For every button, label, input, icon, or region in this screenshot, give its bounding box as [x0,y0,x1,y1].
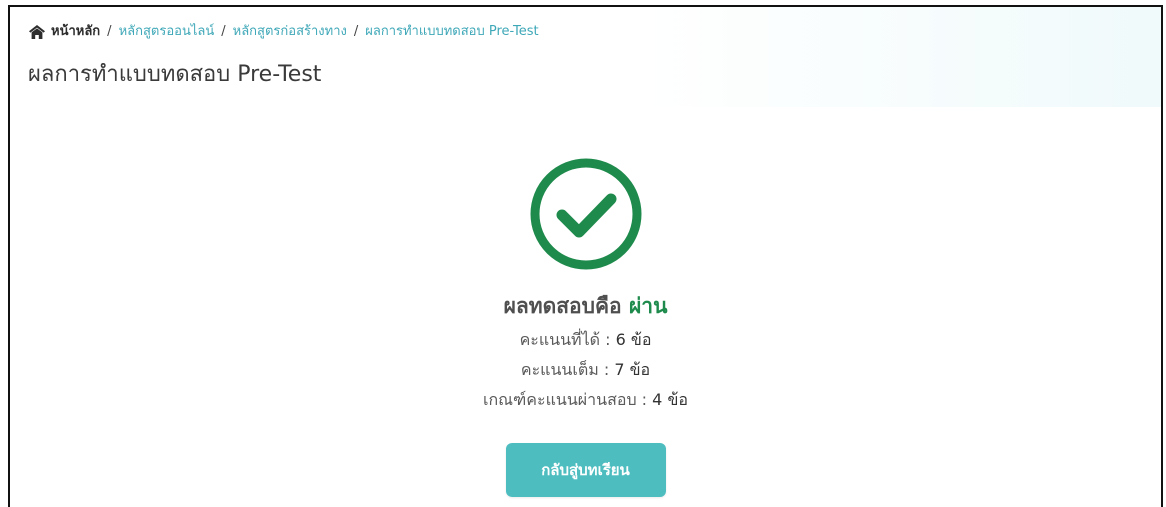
full-score-line: คะแนนเต็ม : 7 ข้อ [10,359,1161,381]
breadcrumb-separator: / [353,24,359,39]
result-heading-label: ผลทดสอบคือ [503,294,622,318]
back-to-lesson-button[interactable]: กลับสู่บทเรียน [505,443,666,497]
result-heading: ผลทดสอบคือ ผ่าน [10,291,1161,321]
breadcrumb-home[interactable]: หน้าหลัก [51,22,100,42]
pass-criteria-value: 4 ข้อ [652,390,688,409]
pass-criteria-line: เกณฑ์คะแนนผ่านสอบ : 4 ข้อ [10,389,1161,411]
breadcrumb-online-courses[interactable]: หลักสูตรออนไลน์ [119,22,215,42]
test-result: ผลทดสอบคือ ผ่าน คะแนนที่ได้ : 6 ข้อ คะแน… [10,157,1161,497]
home-icon[interactable] [28,24,46,40]
full-score-label: คะแนนเต็ม : [520,360,610,379]
breadcrumb: หน้าหลัก / หลักสูตรออนไลน์ / หลักสูตรก่อ… [28,22,539,42]
result-status: ผ่าน [628,294,668,318]
breadcrumb-separator: / [107,24,112,39]
score-label: คะแนนที่ได้ : [519,330,611,349]
pass-criteria-label: เกณฑ์คะแนนผ่านสอบ : [483,390,648,409]
page-title: ผลการทำแบบทดสอบ Pre-Test [28,62,322,87]
breadcrumb-current-page[interactable]: ผลการทำแบบทดสอบ Pre-Test [365,22,538,42]
score-line: คะแนนที่ได้ : 6 ข้อ [10,329,1161,351]
score-value: 6 ข้อ [615,330,652,349]
breadcrumb-road-construction-course[interactable]: หลักสูตรก่อสร้างทาง [233,22,347,42]
check-circle-icon [530,158,641,270]
page-frame: หน้าหลัก / หลักสูตรออนไลน์ / หลักสูตรก่อ… [8,5,1163,507]
full-score-value: 7 ข้อ [614,360,651,379]
breadcrumb-separator: / [221,24,226,39]
